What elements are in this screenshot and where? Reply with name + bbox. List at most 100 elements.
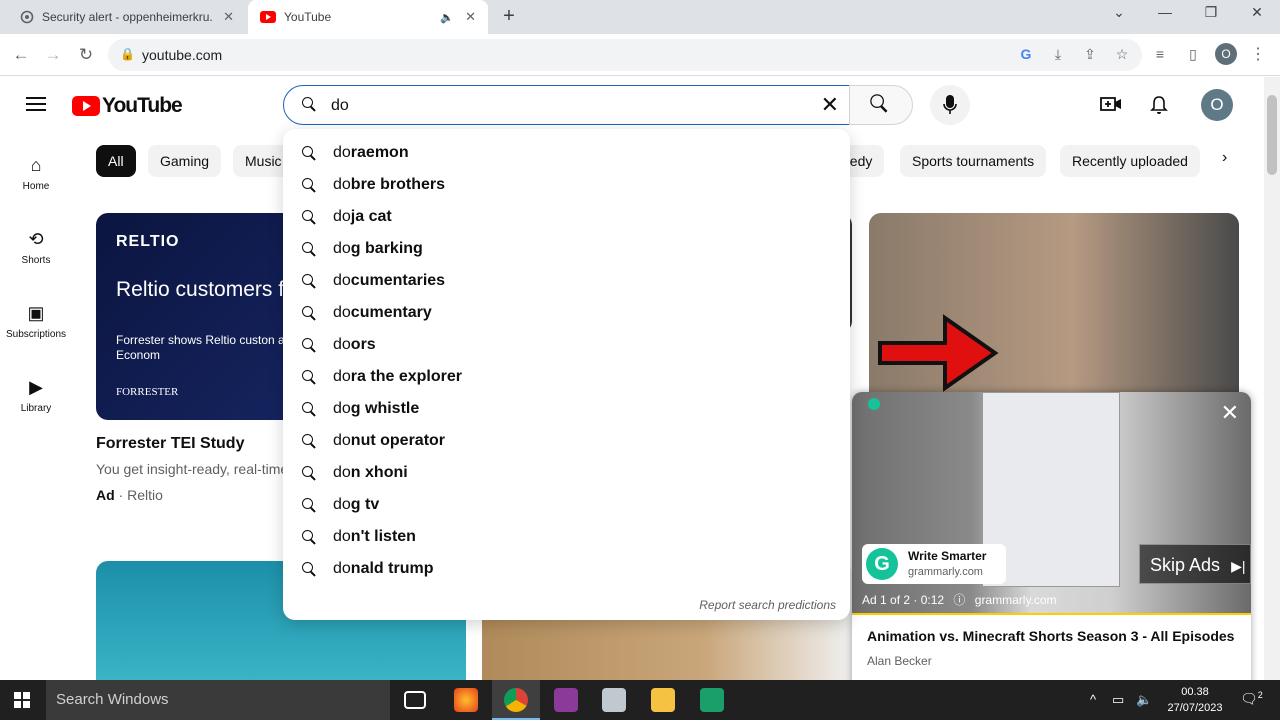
spreadsheet-app-icon[interactable] [700,688,724,712]
speaker-icon[interactable]: 🔈 [440,11,454,24]
winrar-icon[interactable] [554,688,578,712]
suggestion-text: dog whistle [333,400,419,418]
sidebar-item-home[interactable]: ⌂ Home [0,153,72,192]
suggestion-completion: nald trump [350,560,434,577]
suggestion-item[interactable]: doja cat [283,201,850,233]
suggestion-text: documentary [333,304,432,322]
menu-icon[interactable]: ⋮ [1250,44,1266,64]
miniplayer-channel[interactable]: Alan Becker [867,654,932,668]
chevron-right-icon[interactable]: › [1222,149,1227,167]
search-button[interactable] [849,85,913,125]
suggestion-item[interactable]: dog barking [283,233,850,265]
chrome-icon[interactable] [504,688,528,712]
task-view-icon[interactable] [404,691,426,709]
profile-avatar[interactable]: O [1215,43,1237,65]
video-description: You get insight-ready, real-time [96,461,289,477]
subscriptions-icon: ▣ [27,303,45,323]
clear-search-icon[interactable]: ✕ [821,94,839,116]
suggestion-item[interactable]: documentary [283,297,850,329]
file-explorer-icon[interactable] [651,688,675,712]
suggestion-item[interactable]: documentaries [283,265,850,297]
suggestion-item[interactable]: doors [283,329,850,361]
tab-search-icon[interactable]: ⌄ [1106,4,1132,21]
minimize-button[interactable]: — [1152,4,1178,20]
suggestion-item[interactable]: donut operator [283,425,850,457]
suggestion-item[interactable]: donald trump [283,553,850,585]
create-video-icon[interactable] [1099,95,1123,119]
page-scrollbar[interactable] [1264,77,1280,680]
sidebar-item-subscriptions[interactable]: ▣ Subscriptions [0,301,72,340]
chip-sports-tournaments[interactable]: Sports tournaments [900,145,1047,177]
suggestion-item[interactable]: dog whistle [283,393,850,425]
chip-recently-uploaded[interactable]: Recently uploaded [1060,145,1200,177]
miniplayer[interactable]: ✕ G Write Smarter grammarly.com Skip Ads… [852,392,1251,680]
close-miniplayer-icon[interactable]: ✕ [1221,400,1239,426]
tab-youtube[interactable]: YouTube 🔈 ✕ [248,0,488,34]
lock-icon[interactable]: 🔒 [120,47,135,61]
youtube-page: YouTube do ✕ O ⌂ Home ⟲ Shorts ▣ Subscri… [0,77,1264,680]
suggestion-prefix: do [333,528,351,545]
new-tab-button[interactable]: + [498,6,520,28]
ad-card[interactable]: G Write Smarter grammarly.com [862,544,1006,584]
tab-close-icon[interactable]: ✕ [223,9,234,25]
scrollbar-thumb[interactable] [1267,95,1277,175]
search-icon [870,94,886,115]
chip-all[interactable]: All [96,145,136,177]
search-query[interactable]: do [331,97,349,115]
sidebar-item-shorts[interactable]: ⟲ Shorts [0,227,72,266]
taskbar-search-input[interactable]: Search Windows [46,680,390,720]
hamburger-menu-icon[interactable] [26,97,46,115]
suggestion-prefix: do [333,368,351,385]
forrester-logo: FORRESTER [116,386,179,398]
show-hidden-icons-icon[interactable]: ^ [1090,692,1096,707]
reading-list-icon[interactable]: ≡ [1150,46,1170,66]
account-avatar[interactable]: O [1201,89,1233,121]
library-icon: ▶ [29,377,43,397]
tab-close-icon[interactable]: ✕ [465,9,476,25]
suggestion-item[interactable]: dobre brothers [283,169,850,201]
restore-button[interactable]: ❐ [1198,4,1224,21]
share-icon[interactable]: ⇪ [1080,46,1100,66]
ad-info-domain[interactable]: grammarly.com [975,593,1057,607]
chip-gaming[interactable]: Gaming [148,145,222,177]
suggestion-item[interactable]: dog tv [283,489,850,521]
skip-ads-button[interactable]: Skip Ads ▶| [1139,544,1251,584]
forward-button[interactable]: → [42,44,64,66]
side-panel-icon[interactable]: ▯ [1183,46,1203,66]
ad-progress-bar[interactable] [852,613,1251,615]
bookmark-star-icon[interactable]: ☆ [1112,46,1132,66]
voice-search-button[interactable] [930,85,970,125]
advertiser-name[interactable]: Reltio [127,487,163,503]
suggestion-item[interactable]: don xhoni [283,457,850,489]
network-icon[interactable]: ▭ [1112,692,1124,708]
firefox-icon[interactable] [454,688,478,712]
sidebar-item-library[interactable]: ▶ Library [0,375,72,414]
windows-start-icon[interactable] [14,692,30,708]
search-input[interactable]: do ✕ [283,85,850,125]
ad-attribution: Ad · Reltio [96,487,163,503]
youtube-logo[interactable]: YouTube [72,94,183,118]
video-title[interactable]: Forrester TEI Study [96,435,244,453]
app-window-icon[interactable] [602,688,626,712]
system-clock[interactable]: 00.38 27/07/2023 [1160,684,1230,716]
tab-security-alert[interactable]: Security alert - oppenheimerkru... ✕ [8,0,246,34]
report-predictions-link[interactable]: Report search predictions [699,598,836,612]
notification-center-icon[interactable]: 🗨2 [1240,690,1263,708]
notifications-bell-icon[interactable] [1147,95,1171,119]
info-icon[interactable]: ⓘ [953,593,965,607]
notification-count: 2 [1257,690,1263,700]
miniplayer-title[interactable]: Animation vs. Minecraft Shorts Season 3 … [867,628,1237,644]
suggestion-item[interactable]: dora the explorer [283,361,850,393]
reload-button[interactable]: ↻ [75,44,97,66]
url-text[interactable]: youtube.com [142,47,222,63]
suggestion-item[interactable]: don't listen [283,521,850,553]
address-bar[interactable]: 🔒 youtube.com G ⤓ ⇪ ☆ [108,39,1142,71]
volume-muted-icon[interactable]: 🔈 [1136,692,1152,708]
suggestion-item[interactable]: doraemon [283,137,850,169]
video-thumbnail[interactable] [869,213,1239,413]
google-icon[interactable]: G [1016,46,1036,66]
install-icon[interactable]: ⤓ [1048,46,1068,66]
back-button[interactable]: ← [10,44,32,66]
suggestion-text: don xhoni [333,464,408,482]
window-close-button[interactable]: ✕ [1244,4,1270,21]
